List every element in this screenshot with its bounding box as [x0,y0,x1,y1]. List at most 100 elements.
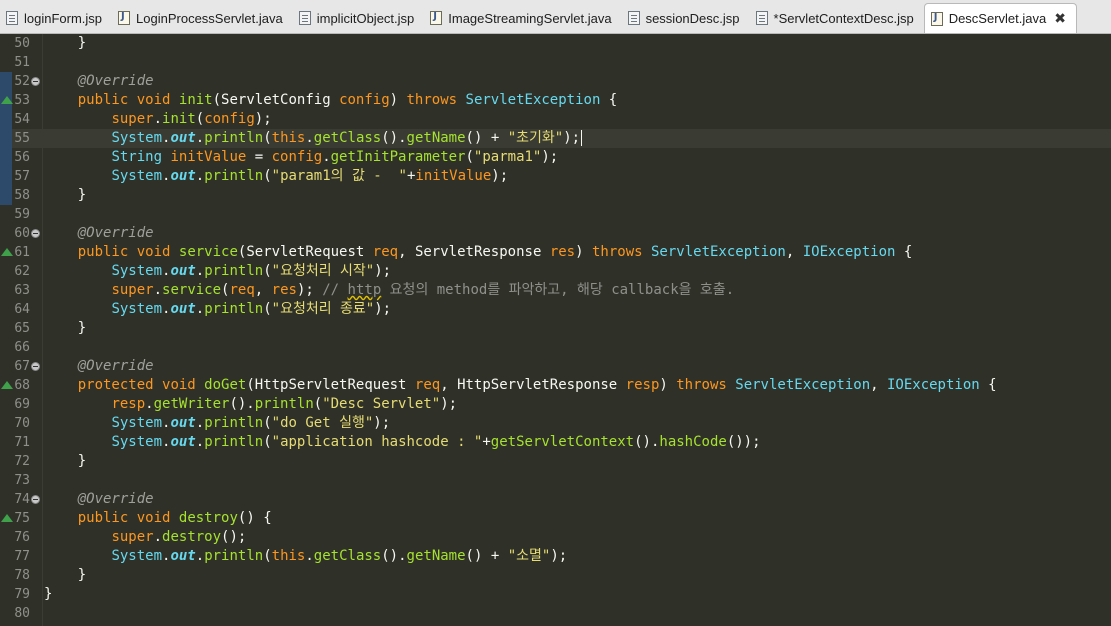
code-line[interactable]: 77 System.out.println(this.getClass().ge… [0,547,1111,566]
code-line[interactable]: 63 super.service(req, res); // http 요청의 … [0,281,1111,300]
code-line[interactable]: 60 @Override [0,224,1111,243]
tab-imagestreamingservlet-java[interactable]: ImageStreamingServlet.java [424,5,621,31]
code-token: System [111,548,163,564]
code-token: http [347,282,382,298]
code-line[interactable]: 61 public void service(ServletRequest re… [0,243,1111,262]
code-text: @Override [44,490,154,509]
tab-loginprocessservlet-java[interactable]: LoginProcessServlet.java [112,5,293,31]
code-token: , [785,244,803,260]
code-line[interactable]: 80 [0,604,1111,623]
code-token: ServletException [465,92,601,108]
code-line[interactable]: 51 [0,53,1111,72]
code-line[interactable]: 71 System.out.println("application hashc… [0,433,1111,452]
code-token: () + [465,130,508,146]
code-line[interactable]: 53 public void init(ServletConfig config… [0,91,1111,110]
code-token: ); [254,111,272,127]
fold-collapse-icon[interactable] [31,77,40,86]
code-line[interactable]: 76 super.destroy(); [0,528,1111,547]
code-line[interactable]: 57 System.out.println("param1의 값 - "+ini… [0,167,1111,186]
code-line[interactable]: 74 @Override [0,490,1111,509]
line-number: 56 [14,150,30,165]
code-token: , [870,377,887,393]
code-text: } [44,34,86,53]
override-marker-icon[interactable] [1,248,13,256]
code-token: doGet [204,377,247,393]
code-line[interactable]: 62 System.out.println("요청처리 시작"); [0,262,1111,281]
line-number: 51 [14,55,30,70]
code-token: 요청의 method를 파악하고, 해당 callback을 호출. [381,282,735,298]
code-line[interactable]: 75 public void destroy() { [0,509,1111,528]
fold-collapse-icon[interactable] [31,495,40,504]
code-line[interactable]: 52 @Override [0,72,1111,91]
fold-collapse-icon[interactable] [31,229,40,238]
code-line[interactable]: 64 System.out.println("요청처리 종료"); [0,300,1111,319]
code-token: out [170,548,196,564]
code-token: ( [263,434,272,450]
code-line[interactable]: 66 [0,338,1111,357]
text-caret [581,130,583,146]
line-number: 78 [14,568,30,583]
code-token: ) [659,377,677,393]
code-line[interactable]: 50 } [0,34,1111,53]
tab-loginform-jsp[interactable]: loginForm.jsp [0,5,112,31]
line-number: 58 [14,188,30,203]
code-token: void [136,510,171,526]
code-token: . [145,396,154,412]
code-token: ) [389,92,407,108]
code-line[interactable]: 67 @Override [0,357,1111,376]
code-token: ( [263,415,272,431]
close-tab-icon[interactable]: ✖ [1054,11,1066,27]
code-line[interactable]: 59 [0,205,1111,224]
code-editor[interactable]: 50 } 51 52 @Override 53 public void init(Se… [0,34,1111,626]
code-line[interactable]: 72 } [0,452,1111,471]
code-token: . [195,415,205,431]
code-line[interactable]: 65 } [0,319,1111,338]
code-line[interactable]: 70 System.out.println("do Get 실행"); [0,414,1111,433]
code-token: } [44,453,87,469]
code-token: println [204,434,264,450]
code-text: System.out.println("param1의 값 - "+initVa… [44,167,508,186]
code-token: ( [263,168,272,184]
code-token: } [44,567,87,583]
override-marker-icon[interactable] [1,381,13,389]
tab-implicitobject-jsp[interactable]: implicitObject.jsp [293,5,425,31]
code-token: println [204,415,264,431]
tab-descservlet-java[interactable]: DescServlet.java ✖ [923,3,1077,33]
code-token: this [271,130,306,146]
code-token: initValue [415,168,492,184]
code-token: String [111,149,163,165]
code-token: out [170,130,196,146]
fold-collapse-icon[interactable] [31,362,40,371]
code-text: @Override [44,224,154,243]
code-token: . [195,263,205,279]
code-token: protected [77,377,154,393]
override-marker-icon[interactable] [1,96,13,104]
code-line[interactable]: 79} [0,585,1111,604]
code-token: out [170,415,196,431]
code-token: System [111,263,163,279]
code-line[interactable]: 78 } [0,566,1111,585]
tab-sessiondesc-jsp[interactable]: sessionDesc.jsp [622,5,750,31]
code-line[interactable]: 54 super.init(config); [0,110,1111,129]
code-line[interactable]: 69 resp.getWriter().println("Desc Servle… [0,395,1111,414]
code-line[interactable]: 56 String initValue = config.getInitPara… [0,148,1111,167]
code-line[interactable]: 73 [0,471,1111,490]
code-token: ); [563,130,581,146]
override-marker-icon[interactable] [1,514,13,522]
editor-tab-bar: loginForm.jsp LoginProcessServlet.java imp… [0,0,1111,34]
code-line[interactable]: 68 protected void doGet(HttpServletReque… [0,376,1111,395]
code-token: ( [263,301,272,317]
code-line[interactable]: 55 System.out.println(this.getClass().ge… [0,129,1111,148]
code-line[interactable]: 58 } [0,186,1111,205]
code-token: getClass [313,130,382,146]
tab-servletcontextdesc-jsp[interactable]: *ServletContextDesc.jsp [750,5,924,31]
code-token: ServletException [651,244,786,260]
line-number: 74 [14,492,30,507]
